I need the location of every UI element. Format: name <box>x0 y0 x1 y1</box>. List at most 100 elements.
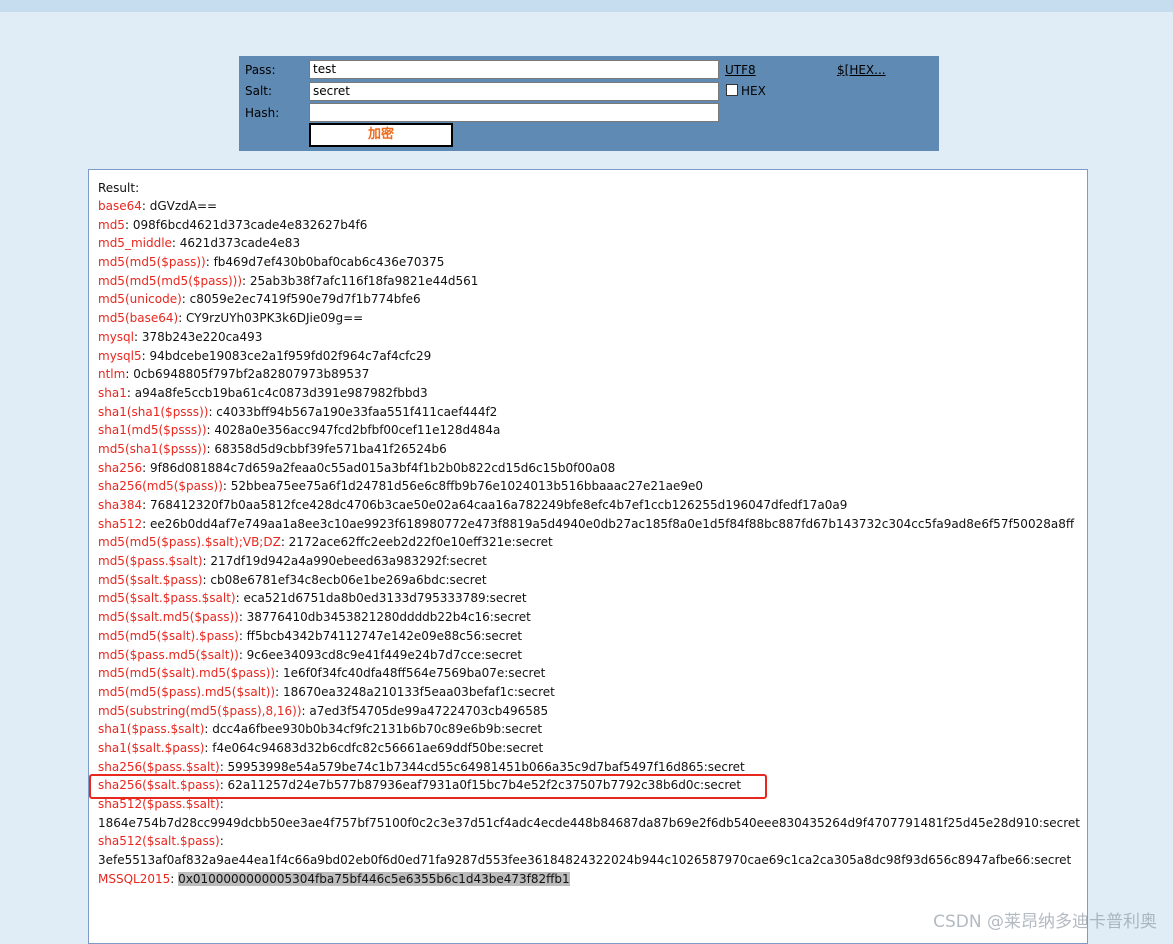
separator: : <box>242 273 250 288</box>
hash-value: cb08e6781ef34c8ecb06e1be269a6bdc:secret <box>210 572 487 587</box>
separator: : <box>219 797 224 811</box>
hex-checkbox[interactable] <box>726 84 738 96</box>
result-row: sha384: 768412320f7b0aa5812fce428dc4706b… <box>98 496 1088 515</box>
hash-value: 52bbea75ee75a6f1d24781d56e6c8ffb9b76e102… <box>230 479 704 494</box>
separator: : <box>142 516 150 531</box>
result-row: base64: dGVzdA== <box>98 197 1088 216</box>
result-row: md5(sha1($psss)): 68358d5d9cbbf39fe571ba… <box>98 440 1088 459</box>
hash-type-label: sha512($salt.$pass) <box>98 834 220 849</box>
result-row: 1864e754b7d28cc9949dcbb50ee3ae4f757bf751… <box>98 814 1088 833</box>
hash-type-label: md5(md5($salt).md5($pass)) <box>98 666 276 681</box>
hash-value: f4e064c94683d32b6cdfc82c56661ae69ddf50be… <box>212 740 544 755</box>
separator: : <box>134 329 142 344</box>
hex-checkbox-label: HEX <box>741 84 766 98</box>
hash-value: 0cb6948805f797bf2a82807973b89537 <box>133 367 370 382</box>
hash-type-label: md5_middle <box>98 236 172 251</box>
result-row: md5($pass.$salt): 217df19d942a4a990ebeed… <box>98 552 1088 571</box>
salt-label: Salt: <box>245 84 273 98</box>
result-row: sha1: a94a8fe5ccb19ba61c4c0873d391e98798… <box>98 384 1088 403</box>
separator: : <box>238 647 247 662</box>
hash-type-label: md5(sha1($psss)) <box>98 441 207 456</box>
hash-type-label: md5(md5($pass)) <box>98 255 206 270</box>
separator: : <box>178 311 187 326</box>
hash-value: ee26b0dd4af7e749aa1a8ee3c10ae9923f618980… <box>149 516 1075 531</box>
hash-value: 098f6bcd4621d373cade4e832627b4f6 <box>132 217 368 232</box>
result-row: MSSQL2015: 0x0100000000005304fba75bf446c… <box>98 870 1088 889</box>
result-row: md5($salt.$pass.$salt): eca521d6751da8b0… <box>98 589 1088 608</box>
hash-form: Pass: Salt: Hash: UTF8 $[HEX... HEX 加密 <box>239 56 939 151</box>
hash-type-label: sha1 <box>98 385 127 400</box>
separator: : <box>219 778 228 793</box>
hash-value: 0x0100000000005304fba75bf446c5e6355b6c1d… <box>178 871 570 886</box>
hash-value: 378b243e220ca493 <box>141 329 263 344</box>
result-row: sha256: 9f86d081884c7d659a2feaa0c55ad015… <box>98 459 1088 478</box>
result-row: sha256($pass.$salt): 59953998e54a579be74… <box>98 758 1088 777</box>
hash-type-label: mysql <box>98 329 134 344</box>
hash-value: 25ab3b38f7afc116f18fa9821e44d561 <box>249 273 479 288</box>
result-row: md5($salt.md5($pass)): 38776410db3453821… <box>98 608 1088 627</box>
hash-type-label: sha384 <box>98 498 143 512</box>
result-row: md5_middle: 4621d373cade4e83 <box>98 234 1088 253</box>
encrypt-button[interactable]: 加密 <box>309 123 453 147</box>
result-row: ntlm: 0cb6948805f797bf2a82807973b89537 <box>98 365 1088 384</box>
separator: : <box>280 535 289 550</box>
hash-type-label: sha1(sha1($psss)) <box>98 404 209 419</box>
separator: : <box>205 255 214 270</box>
result-row: sha256($salt.$pass): 62a11257d24e7b577b8… <box>98 776 1088 795</box>
hash-type-label: md5($pass.$salt) <box>98 554 203 569</box>
separator: : <box>170 871 179 886</box>
hash-value: 4621d373cade4e83 <box>179 236 301 251</box>
hash-value: 59953998e54a579be74c1b7344cd55c64981451b… <box>227 759 745 774</box>
hash-type-label: sha256(md5($pass)) <box>98 479 223 494</box>
hash-value: 38776410db3453821280ddddb22b4c16:secret <box>246 610 531 625</box>
result-row: md5(md5(md5($pass))): 25ab3b38f7afc116f1… <box>98 272 1088 291</box>
hash-type-label: md5(md5(md5($pass))) <box>98 273 243 288</box>
separator: : <box>275 666 283 681</box>
hash-type-label: md5($salt.$pass) <box>98 572 203 587</box>
result-row: mysql: 378b243e220ca493 <box>98 328 1088 347</box>
csdn-watermark: CSDN @莱昂纳多迪卡普利奥 <box>933 912 1157 932</box>
hash-type-label: sha256 <box>98 460 143 475</box>
hash-value: eca521d6751da8b0ed3133d795333789:secret <box>243 591 527 606</box>
hash-type-label: md5 <box>98 217 125 232</box>
pass-input[interactable] <box>309 60 719 79</box>
hash-label: Hash: <box>245 106 280 120</box>
result-row: mysql5: 94bdcebe19083ce2a1f959fd02f964c7… <box>98 347 1088 366</box>
result-row: sha512: ee26b0dd4af7e749aa1a8ee3c10ae992… <box>98 515 1088 534</box>
hash-value: ff5bcb4342b74112747e142e09e88c56:secret <box>246 628 523 643</box>
hash-value: 94bdcebe19083ce2a1f959fd02f964c7af4cfc29 <box>149 348 432 363</box>
result-row: md5(md5($pass).$salt);VB;DZ: 2172ace62ff… <box>98 533 1088 552</box>
separator: : <box>126 385 135 400</box>
hash-type-label: mysql5 <box>98 348 142 363</box>
utf8-link[interactable]: UTF8 <box>725 63 756 77</box>
separator: : <box>141 199 150 213</box>
hash-type-label: sha512 <box>98 516 143 531</box>
result-row: sha1(md5($psss)): 4028a0e356acc947fcd2bf… <box>98 421 1088 440</box>
separator: : <box>181 292 190 307</box>
result-row: md5($pass.md5($salt)): 9c6ee34093cd8c9e4… <box>98 646 1088 665</box>
hash-type-label: md5(md5($pass).md5($salt)) <box>98 684 276 699</box>
hash-type-label: md5(substring(md5($pass),8,16)) <box>98 703 302 718</box>
hash-value: a7ed3f54705de99a47224703cb496585 <box>309 703 549 718</box>
separator: : <box>219 759 228 774</box>
hash-type-label: sha256($pass.$salt) <box>98 759 220 774</box>
hash-type-label: md5(unicode) <box>98 292 182 307</box>
hex-link[interactable]: $[HEX... <box>837 63 886 77</box>
hash-type-label: sha1($salt.$pass) <box>98 740 205 755</box>
separator: : <box>142 498 150 512</box>
hash-type-label: sha1($pass.$salt) <box>98 722 205 737</box>
result-row: md5(substring(md5($pass),8,16)): a7ed3f5… <box>98 702 1088 721</box>
separator: : <box>171 236 180 251</box>
separator: : <box>141 348 150 363</box>
separator: : <box>275 684 283 699</box>
result-row: sha512($salt.$pass): <box>98 832 1088 851</box>
hash-value: 9c6ee34093cd8c9e41f449e24b7d7cce:secret <box>246 647 523 662</box>
result-row: 3efe5513af0af832a9ae44ea1f4c66a9bd02eb0f… <box>98 851 1088 870</box>
hash-input[interactable] <box>309 103 719 122</box>
hash-type-label: sha512($pass.$salt) <box>98 797 220 811</box>
result-row: md5: 098f6bcd4621d373cade4e832627b4f6 <box>98 216 1088 235</box>
hash-type-label: md5($salt.$pass.$salt) <box>98 591 236 606</box>
separator: : <box>238 610 247 625</box>
hash-type-label: base64 <box>98 199 142 213</box>
salt-input[interactable] <box>309 82 719 101</box>
